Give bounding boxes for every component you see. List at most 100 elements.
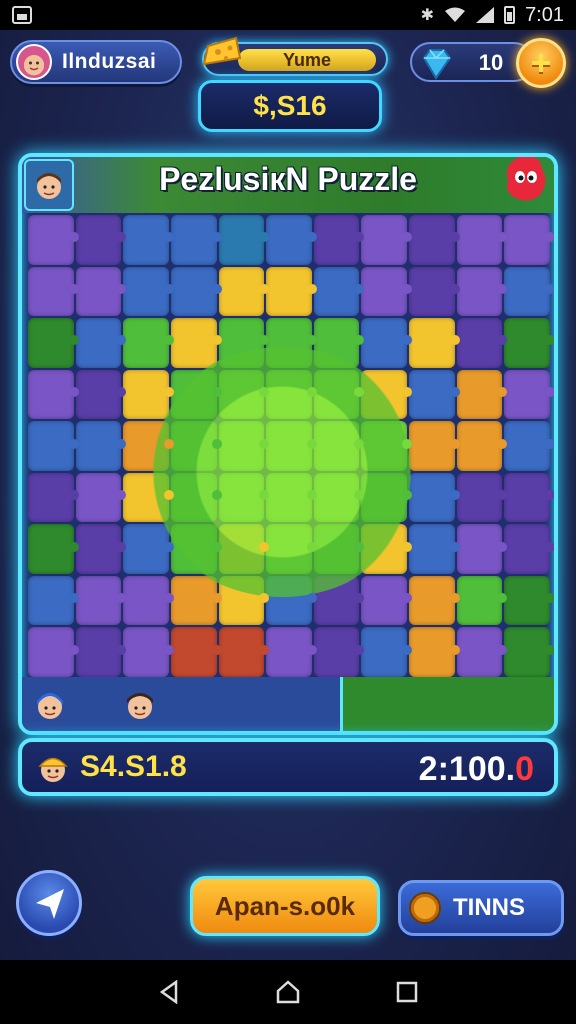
puzzle-piece[interactable] xyxy=(361,472,412,523)
puzzle-piece[interactable] xyxy=(266,472,317,523)
puzzle-piece[interactable] xyxy=(75,575,126,626)
puzzle-piece[interactable] xyxy=(266,369,317,420)
opponent-avatar[interactable] xyxy=(24,159,74,211)
puzzle-piece[interactable] xyxy=(28,575,79,626)
puzzle-piece[interactable] xyxy=(456,369,507,420)
puzzle-piece[interactable] xyxy=(218,472,269,523)
puzzle-piece[interactable] xyxy=(123,215,174,265)
puzzle-piece[interactable] xyxy=(123,421,174,471)
puzzle-piece[interactable] xyxy=(409,215,460,265)
share-button[interactable] xyxy=(16,870,82,936)
tips-button[interactable]: TINNS xyxy=(398,880,564,936)
player-tray[interactable] xyxy=(22,677,340,731)
puzzle-piece[interactable] xyxy=(266,575,317,626)
puzzle-piece[interactable] xyxy=(218,627,269,677)
puzzle-piece[interactable] xyxy=(266,215,317,265)
puzzle-piece[interactable] xyxy=(28,318,79,368)
puzzle-piece[interactable] xyxy=(456,266,507,317)
puzzle-piece[interactable] xyxy=(504,266,554,317)
puzzle-piece[interactable] xyxy=(75,318,126,368)
puzzle-piece[interactable] xyxy=(313,318,365,368)
puzzle-piece[interactable] xyxy=(313,524,365,574)
add-gems-button[interactable]: + xyxy=(516,38,566,88)
puzzle-piece[interactable] xyxy=(456,575,507,626)
puzzle-piece[interactable] xyxy=(361,215,412,265)
piece-tray[interactable] xyxy=(340,677,554,731)
puzzle-board[interactable]: PezlusiкN Puzzle xyxy=(18,153,558,735)
puzzle-piece[interactable] xyxy=(504,318,554,368)
puzzle-piece[interactable] xyxy=(28,369,79,420)
puzzle-piece[interactable] xyxy=(313,215,365,265)
puzzle-piece[interactable] xyxy=(456,215,507,265)
puzzle-piece[interactable] xyxy=(170,215,222,265)
puzzle-piece[interactable] xyxy=(170,627,222,677)
puzzle-piece[interactable] xyxy=(75,369,126,420)
puzzle-piece[interactable] xyxy=(75,524,126,574)
puzzle-piece[interactable] xyxy=(170,575,222,626)
puzzle-piece[interactable] xyxy=(409,318,460,368)
puzzle-piece[interactable] xyxy=(361,524,412,574)
puzzle-piece[interactable] xyxy=(218,524,269,574)
back-button[interactable] xyxy=(155,978,183,1006)
puzzle-piece[interactable] xyxy=(456,627,507,677)
puzzle-piece[interactable] xyxy=(361,627,412,677)
player-profile-button[interactable]: Ilnduzsai xyxy=(10,40,182,84)
puzzle-piece[interactable] xyxy=(123,575,174,626)
puzzle-piece[interactable] xyxy=(313,575,365,626)
puzzle-piece[interactable] xyxy=(313,472,365,523)
puzzle-piece[interactable] xyxy=(409,524,460,574)
puzzle-piece[interactable] xyxy=(504,524,554,574)
puzzle-piece[interactable] xyxy=(313,369,365,420)
puzzle-piece[interactable] xyxy=(266,421,317,471)
puzzle-piece[interactable] xyxy=(75,421,126,471)
puzzle-piece[interactable] xyxy=(409,575,460,626)
puzzle-piece[interactable] xyxy=(218,421,269,471)
puzzle-piece[interactable] xyxy=(504,472,554,523)
puzzle-piece[interactable] xyxy=(409,627,460,677)
recents-button[interactable] xyxy=(393,978,421,1006)
puzzle-piece[interactable] xyxy=(28,421,79,471)
puzzle-piece[interactable] xyxy=(266,524,317,574)
puzzle-piece[interactable] xyxy=(361,575,412,626)
puzzle-piece[interactable] xyxy=(313,266,365,317)
puzzle-piece[interactable] xyxy=(170,524,222,574)
puzzle-piece[interactable] xyxy=(123,472,174,523)
puzzle-piece[interactable] xyxy=(28,215,79,265)
puzzle-piece[interactable] xyxy=(218,215,269,265)
puzzle-piece[interactable] xyxy=(504,627,554,677)
puzzle-grid[interactable] xyxy=(28,215,554,677)
puzzle-piece[interactable] xyxy=(266,627,317,677)
puzzle-piece[interactable] xyxy=(170,472,222,523)
puzzle-piece[interactable] xyxy=(123,318,174,368)
puzzle-piece[interactable] xyxy=(504,421,554,471)
puzzle-piece[interactable] xyxy=(75,472,126,523)
puzzle-piece[interactable] xyxy=(170,369,222,420)
puzzle-piece[interactable] xyxy=(266,318,317,368)
puzzle-piece[interactable] xyxy=(28,472,79,523)
puzzle-piece[interactable] xyxy=(170,266,222,317)
puzzle-piece[interactable] xyxy=(361,421,412,471)
puzzle-piece[interactable] xyxy=(218,575,269,626)
puzzle-piece[interactable] xyxy=(409,421,460,471)
puzzle-piece[interactable] xyxy=(28,266,79,317)
puzzle-piece[interactable] xyxy=(456,318,507,368)
action-button[interactable]: Apan-s.o0k xyxy=(190,876,380,936)
puzzle-piece[interactable] xyxy=(75,215,126,265)
puzzle-piece[interactable] xyxy=(123,369,174,420)
puzzle-piece[interactable] xyxy=(409,472,460,523)
puzzle-piece[interactable] xyxy=(456,421,507,471)
puzzle-piece[interactable] xyxy=(313,627,365,677)
puzzle-piece[interactable] xyxy=(218,369,269,420)
puzzle-piece[interactable] xyxy=(456,524,507,574)
puzzle-piece[interactable] xyxy=(504,215,554,265)
puzzle-piece[interactable] xyxy=(361,369,412,420)
puzzle-piece[interactable] xyxy=(75,627,126,677)
puzzle-piece[interactable] xyxy=(28,524,79,574)
puzzle-piece[interactable] xyxy=(361,266,412,317)
puzzle-piece[interactable] xyxy=(504,369,554,420)
puzzle-piece[interactable] xyxy=(123,266,174,317)
puzzle-piece[interactable] xyxy=(123,627,174,677)
puzzle-piece[interactable] xyxy=(170,318,222,368)
puzzle-piece[interactable] xyxy=(123,524,174,574)
puzzle-piece[interactable] xyxy=(28,627,79,677)
